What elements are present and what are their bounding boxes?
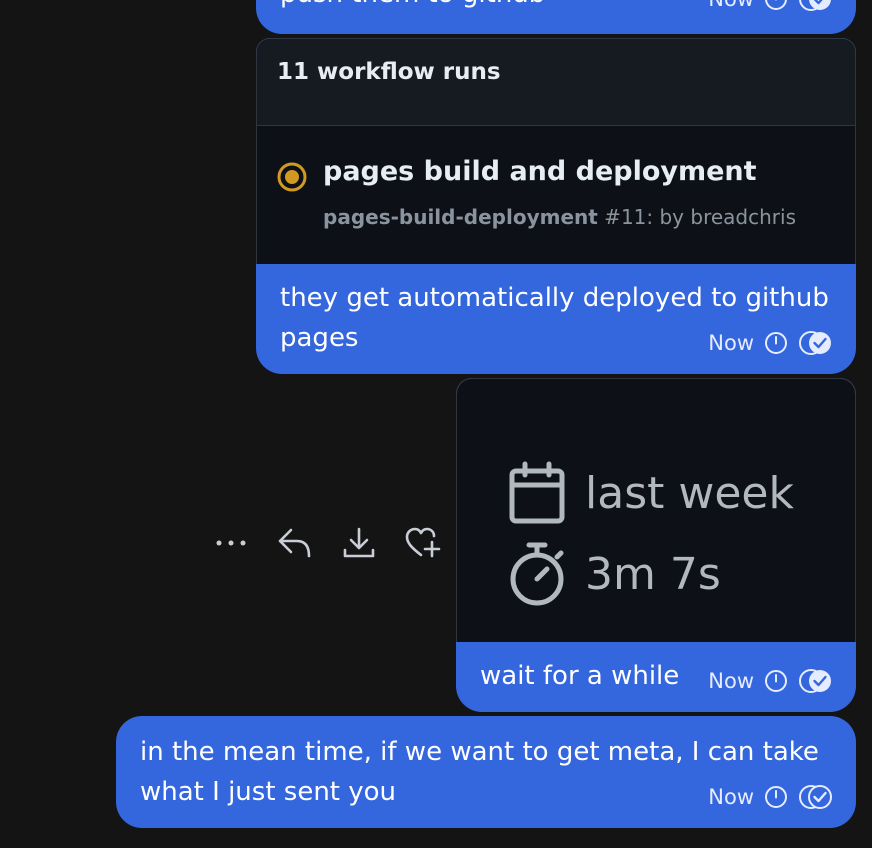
message-meta: Now: [708, 784, 834, 810]
message-actions: [212, 524, 442, 562]
read-receipt-icon: [798, 330, 834, 356]
message-bubble[interactable]: in the mean time, if we want to get meta…: [116, 716, 856, 828]
chat-thread: push them to github Now 11 workflow runs…: [0, 0, 872, 848]
workflow-card-header: 11 workflow runs: [257, 39, 855, 126]
message-bubble[interactable]: 11 workflow runs pages build and deploym…: [256, 38, 856, 374]
image-duration-text: 3m 7s: [585, 548, 721, 600]
workflow-name: pages-build-deployment: [323, 205, 598, 229]
message-text: wait for a while: [480, 661, 680, 691]
sent-receipt-icon: [798, 784, 834, 810]
image-row-date: last week: [507, 461, 794, 525]
message-text: push them to github: [280, 0, 545, 14]
read-receipt-icon: [798, 668, 834, 694]
read-receipt-icon: [798, 0, 834, 12]
workflow-run-title[interactable]: pages build and deployment: [323, 156, 757, 187]
in-progress-status-icon: [277, 162, 307, 192]
workflow-run-subtitle: pages-build-deployment #11: by breadchri…: [323, 205, 796, 229]
image-date-text: last week: [585, 467, 794, 519]
clock-icon: [764, 331, 788, 355]
message-meta: Now: [708, 0, 834, 12]
download-icon[interactable]: [340, 524, 378, 562]
image-row-duration: 3m 7s: [507, 541, 721, 607]
workflow-run-meta: #11: by breadchris: [597, 205, 796, 229]
reply-icon[interactable]: [276, 524, 314, 562]
message-bubble[interactable]: last week 3m 7s wait for a while Now: [456, 378, 856, 712]
more-icon[interactable]: [212, 524, 250, 562]
calendar-icon: [507, 461, 567, 525]
message-time: Now: [708, 785, 754, 809]
message-meta: Now: [708, 668, 834, 694]
workflow-runs-count: 11 workflow runs: [277, 59, 501, 85]
stopwatch-icon: [507, 541, 567, 607]
message-time: Now: [708, 669, 754, 693]
workflow-card[interactable]: 11 workflow runs pages build and deploym…: [256, 38, 856, 264]
react-icon[interactable]: [404, 524, 442, 562]
clock-icon: [764, 669, 788, 693]
message-time: Now: [708, 331, 754, 355]
clock-icon: [764, 0, 788, 11]
message-bubble[interactable]: push them to github Now: [256, 0, 856, 34]
clock-icon: [764, 785, 788, 809]
message-meta: Now: [708, 330, 834, 356]
message-time: Now: [708, 0, 754, 11]
image-attachment[interactable]: last week 3m 7s: [456, 378, 856, 642]
